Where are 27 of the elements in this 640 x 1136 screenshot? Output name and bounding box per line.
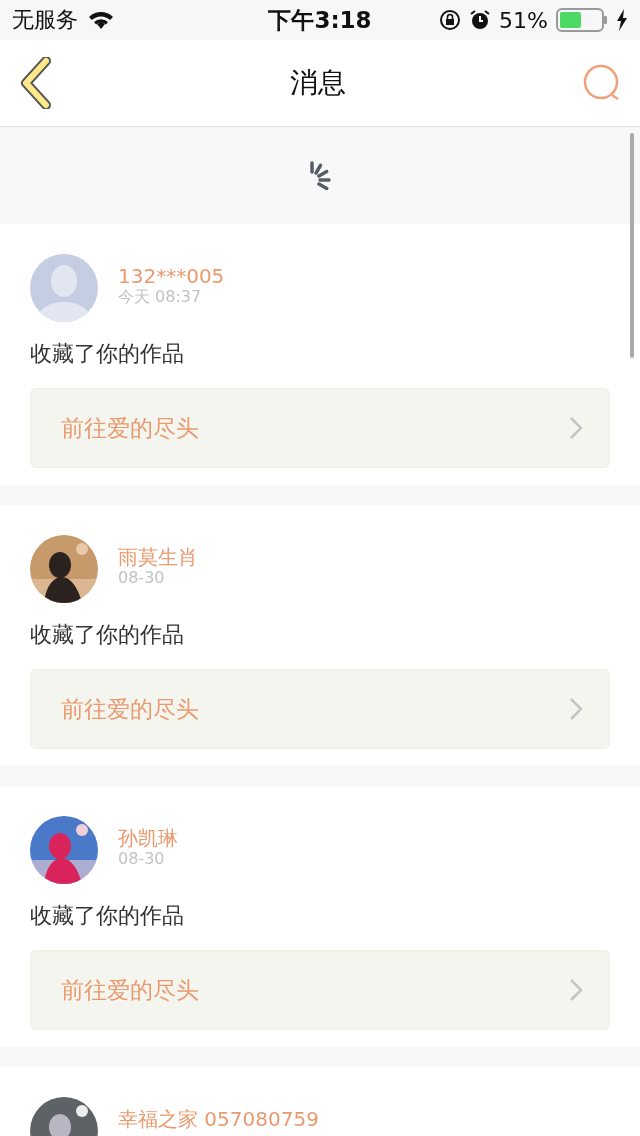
clock-text: 下午3:18 [268, 5, 372, 35]
back-button[interactable] [18, 57, 54, 109]
back-icon [18, 57, 54, 109]
battery-percent: 51% [499, 7, 548, 33]
user-name[interactable]: 132***005 [118, 266, 225, 286]
message-text: 收藏了你的作品 [30, 340, 185, 368]
user-name[interactable]: 幸福之家 057080759 [118, 1109, 319, 1129]
message-text: 收藏了你的作品 [30, 621, 185, 649]
message-text: 收藏了你的作品 [30, 902, 185, 930]
work-link[interactable]: 前往爱的尽头 [30, 388, 610, 468]
user-name[interactable]: 孙凯琳 [118, 828, 178, 848]
chevron-right-icon [569, 978, 583, 1002]
message-time: 今天 08:37 [118, 286, 203, 308]
message-time: 08-30 [118, 848, 166, 870]
rotation-lock-icon [439, 9, 462, 31]
alarm-icon [469, 9, 492, 31]
wifi-icon [88, 10, 114, 30]
work-link[interactable]: 前往爱的尽头 [30, 950, 610, 1030]
battery-icon [556, 8, 608, 32]
carrier-text: 无服务 [12, 6, 78, 34]
charging-icon [616, 9, 628, 31]
chevron-right-icon [569, 697, 583, 721]
chevron-right-icon [569, 416, 583, 440]
user-name[interactable]: 雨莫生肖 [118, 547, 198, 567]
page-title: 消息 [290, 65, 346, 101]
message-time: 08-30 [118, 567, 166, 589]
work-link[interactable]: 前往爱的尽头 [30, 669, 610, 749]
